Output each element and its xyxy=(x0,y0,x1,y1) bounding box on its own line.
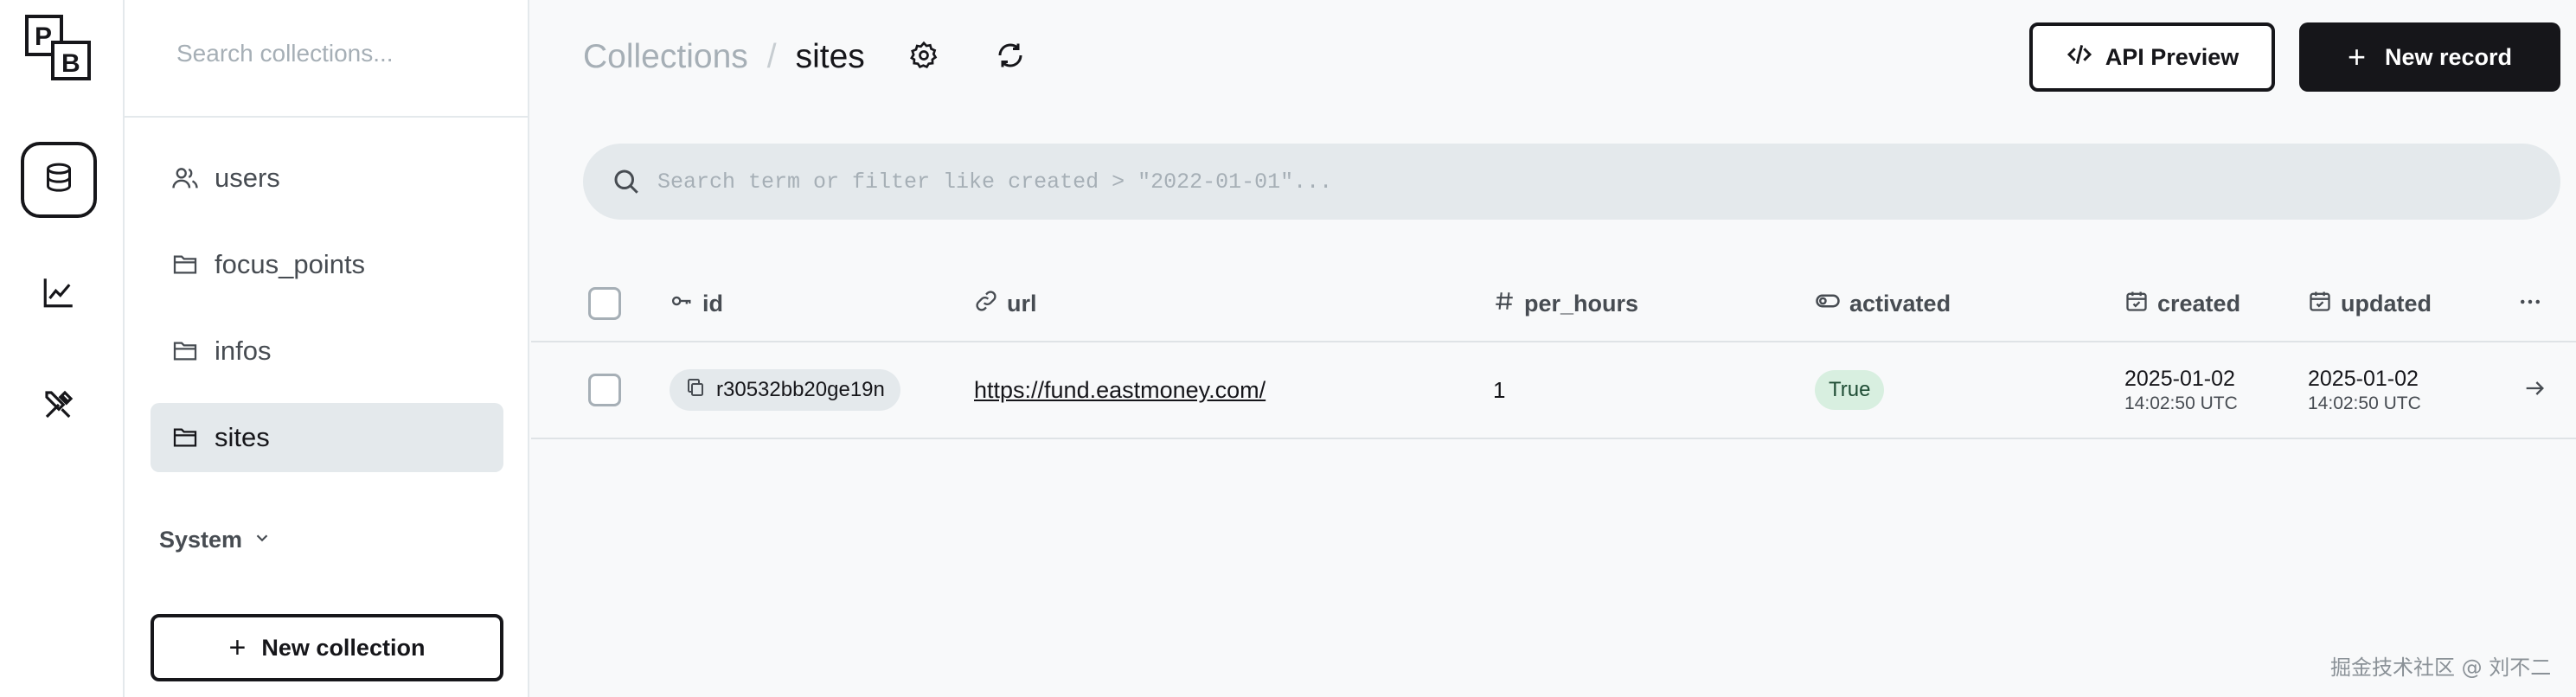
record-id-value: r30532bb20ge19n xyxy=(716,378,885,401)
per-hours-value: 1 xyxy=(1493,376,1506,403)
breadcrumb-current: sites xyxy=(795,38,865,75)
column-header-created[interactable]: created xyxy=(2124,266,2240,341)
created-cell: 2025-01-02 14:02:50 UTC xyxy=(2124,342,2238,438)
column-label: id xyxy=(702,290,723,317)
folder-icon xyxy=(170,422,201,453)
columns-options-button[interactable] xyxy=(2517,266,2543,341)
row-checkbox[interactable] xyxy=(588,374,621,406)
column-label: created xyxy=(2157,290,2241,317)
column-label: url xyxy=(1007,290,1037,317)
id-cell: r30532bb20ge19n xyxy=(670,342,900,438)
rail-logs-button[interactable] xyxy=(21,256,97,332)
records-table-header: id url per_hours activated created updat… xyxy=(531,266,2576,342)
sidebar-item-label: users xyxy=(215,163,280,193)
column-header-per-hours[interactable]: per_hours xyxy=(1493,266,1638,341)
select-all-checkbox[interactable] xyxy=(588,287,621,320)
breadcrumb: Collections / sites xyxy=(583,31,865,83)
more-horizontal-icon xyxy=(2517,289,2543,319)
new-record-label: New record xyxy=(2384,43,2513,70)
collections-sidebar: users focus_points infos sites xyxy=(125,0,529,697)
breadcrumb-collections[interactable]: Collections xyxy=(583,38,748,76)
activated-badge: True xyxy=(1815,370,1885,410)
column-label: updated xyxy=(2341,290,2432,317)
refresh-icon xyxy=(995,40,1026,75)
plus-icon: + xyxy=(2347,39,2366,74)
open-record-button[interactable] xyxy=(2522,342,2547,438)
arrow-right-icon xyxy=(2522,376,2547,405)
code-icon xyxy=(2066,41,2105,74)
table-row[interactable]: r30532bb20ge19n https://fund.eastmoney.c… xyxy=(531,342,2576,439)
new-collection-label: New collection xyxy=(261,634,426,661)
column-label: activated xyxy=(1849,290,1951,317)
updated-time: 14:02:50 UTC xyxy=(2308,393,2421,413)
watermark: 掘金技术社区 @ 刘不二 xyxy=(2330,655,2552,680)
sidebar-item-label: sites xyxy=(215,422,270,452)
gear-icon xyxy=(908,40,939,75)
sidebar-item-users[interactable]: users xyxy=(151,144,503,213)
main-content: Collections / sites API Preview + New re… xyxy=(531,0,2576,697)
api-preview-label: API Preview xyxy=(2105,43,2240,70)
folder-icon xyxy=(170,249,201,280)
sidebar-item-label: infos xyxy=(215,336,272,366)
new-record-button[interactable]: + New record xyxy=(2299,22,2560,92)
users-icon xyxy=(170,163,201,194)
tools-icon xyxy=(41,387,77,427)
chevron-down-icon xyxy=(242,527,272,553)
column-header-id[interactable]: id xyxy=(670,266,723,341)
plus-icon: + xyxy=(228,630,247,664)
app-rail: P B xyxy=(0,0,125,697)
key-icon xyxy=(670,289,702,319)
per-hours-cell: 1 xyxy=(1493,342,1505,438)
copy-icon xyxy=(685,377,716,404)
folder-icon xyxy=(170,336,201,367)
row-select-cell xyxy=(588,342,621,438)
calendar-icon xyxy=(2124,289,2157,319)
rail-settings-button[interactable] xyxy=(21,368,97,444)
url-cell: https://fund.eastmoney.com/ xyxy=(974,342,1266,438)
sidebar-item-focus-points[interactable]: focus_points xyxy=(151,230,503,299)
column-header-updated[interactable]: updated xyxy=(2308,266,2432,341)
records-search-bar xyxy=(583,144,2560,220)
sidebar-search-area xyxy=(125,0,528,118)
created-time: 14:02:50 UTC xyxy=(2124,393,2238,413)
system-collections-toggle[interactable]: System xyxy=(159,522,272,557)
select-all-cell xyxy=(588,266,621,341)
breadcrumb-separator: / xyxy=(766,38,777,75)
link-icon xyxy=(974,289,1007,319)
sidebar-item-infos[interactable]: infos xyxy=(151,317,503,386)
sidebar-item-sites[interactable]: sites xyxy=(151,403,503,472)
system-label: System xyxy=(159,526,243,553)
new-collection-button[interactable]: + New collection xyxy=(151,614,503,681)
chart-line-icon xyxy=(41,274,77,315)
api-preview-button[interactable]: API Preview xyxy=(2029,22,2275,92)
activated-cell: True xyxy=(1815,342,1885,438)
rail-collections-button[interactable] xyxy=(21,142,97,218)
records-filter-input[interactable] xyxy=(657,159,2526,204)
updated-date: 2025-01-02 xyxy=(2308,367,2419,391)
collection-settings-button[interactable] xyxy=(905,38,943,76)
hash-icon xyxy=(1493,290,1524,318)
pocketbase-logo[interactable]: P B xyxy=(24,14,92,81)
logo-letter-p: P xyxy=(35,22,52,51)
column-label: per_hours xyxy=(1524,290,1639,317)
sidebar-item-label: focus_points xyxy=(215,249,366,279)
search-collections-input[interactable] xyxy=(176,31,505,76)
column-header-url[interactable]: url xyxy=(974,266,1037,341)
record-id-pill[interactable]: r30532bb20ge19n xyxy=(670,369,900,411)
column-header-activated[interactable]: activated xyxy=(1815,266,1951,341)
logo-letter-b: B xyxy=(61,49,80,78)
refresh-button[interactable] xyxy=(991,38,1029,76)
search-icon xyxy=(611,166,642,201)
created-date: 2025-01-02 xyxy=(2124,367,2235,391)
calendar-icon xyxy=(2308,289,2341,319)
updated-cell: 2025-01-02 14:02:50 UTC xyxy=(2308,342,2421,438)
toggle-icon xyxy=(1815,288,1849,320)
database-icon xyxy=(42,161,76,200)
url-link[interactable]: https://fund.eastmoney.com/ xyxy=(974,377,1266,404)
